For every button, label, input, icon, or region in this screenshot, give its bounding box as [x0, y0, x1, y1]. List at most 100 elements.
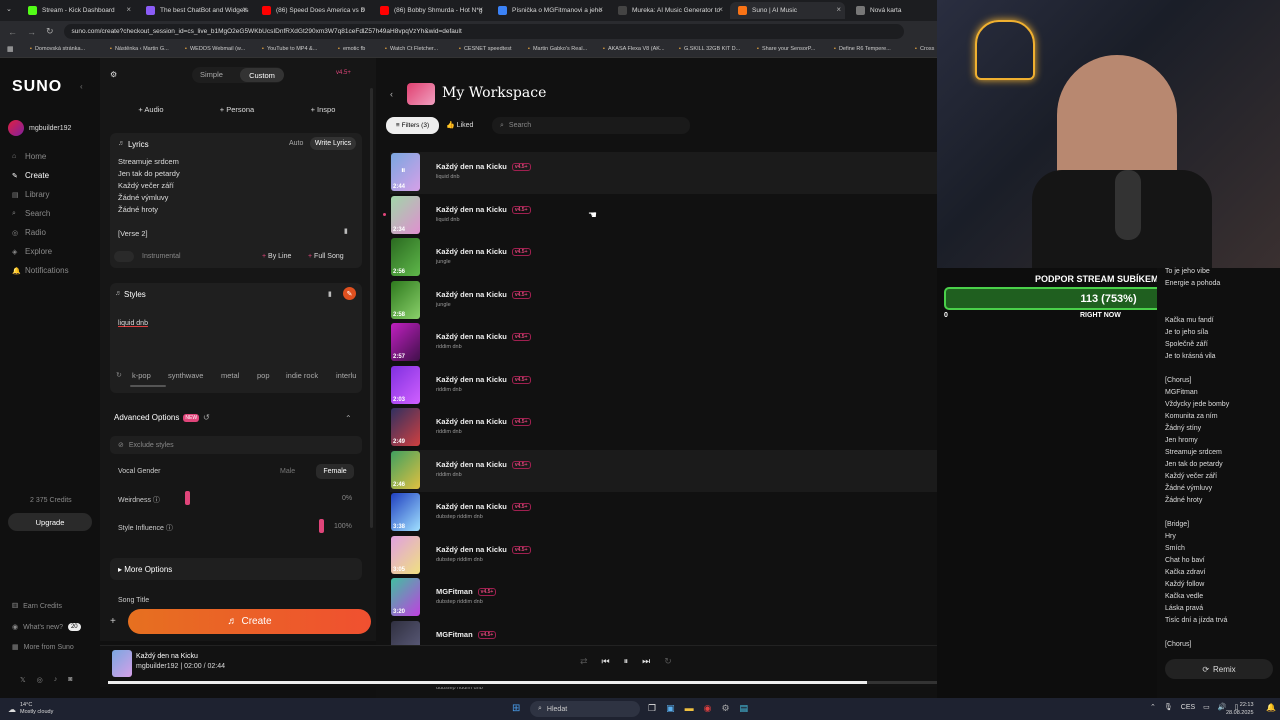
full-song-button[interactable]: + Full Song: [308, 253, 344, 260]
sidebar-item-explore[interactable]: ◈ Explore: [12, 247, 52, 256]
task-view-icon[interactable]: ❐: [648, 703, 656, 714]
song-title[interactable]: Každý den na Kicku v4.5+: [436, 162, 531, 172]
bookmark-item[interactable]: ▪ CESNET speedtest: [459, 46, 512, 52]
weirdness-slider[interactable]: [185, 491, 335, 505]
filters-button[interactable]: ≡ Filters (3): [386, 117, 439, 134]
song-title[interactable]: MGFitman v4.5+: [436, 630, 497, 639]
collapse-sidebar-icon[interactable]: ‹: [80, 82, 83, 91]
bookmark-item[interactable]: ▪ Define R6 Tempere...: [834, 46, 891, 52]
song-title[interactable]: Každý den na Kicku v4.5+: [436, 247, 531, 257]
player-artist-name[interactable]: mgbuilder192: [136, 663, 178, 670]
song-genre[interactable]: dubstep riddim dnb: [436, 514, 483, 520]
sidebar-item-radio[interactable]: ◎ Radio: [12, 228, 46, 237]
microphone-icon[interactable]: 🎙: [1164, 703, 1173, 711]
info-icon[interactable]: ⓘ: [166, 525, 173, 532]
bookmark-item[interactable]: ▪ Share your SensorP...: [757, 46, 815, 52]
clock[interactable]: 22:13 28.08.2025: [1226, 701, 1254, 717]
lyrics-auto-button[interactable]: Auto: [289, 140, 303, 147]
song-cover[interactable]: 3:20: [391, 578, 420, 616]
tab-menu-icon[interactable]: ⌄: [6, 5, 12, 13]
taskbar-search[interactable]: ⌕ Hledat: [530, 701, 640, 717]
female-button[interactable]: Female: [316, 464, 354, 479]
bookmark-item[interactable]: ▪ emotic fb: [338, 46, 365, 52]
sidebar-item-notifications[interactable]: 🔔 Notifications: [12, 266, 69, 275]
mode-custom-button[interactable]: Custom: [240, 68, 284, 82]
song-title[interactable]: Každý den na Kicku v4.5+: [436, 332, 531, 342]
sidebar-item-library[interactable]: ▤ Library: [12, 190, 49, 199]
username[interactable]: mgbuilder192: [29, 125, 71, 132]
bookmark-item[interactable]: ▪ Domovská stránka...: [30, 46, 85, 52]
instrumental-toggle[interactable]: [114, 251, 134, 262]
suno-logo[interactable]: SUNO: [12, 78, 62, 96]
song-genre[interactable]: jungle: [436, 302, 451, 308]
network-icon[interactable]: ▭: [1203, 703, 1210, 711]
song-cover[interactable]: 2:49: [391, 408, 420, 446]
discord-icon[interactable]: ◙: [68, 676, 72, 684]
song-cover[interactable]: 2:03: [391, 365, 420, 404]
info-icon[interactable]: ⓘ: [153, 497, 160, 504]
song-genre[interactable]: riddim dnb: [436, 472, 462, 478]
exclude-styles-input[interactable]: ⊘ Exclude styles: [110, 436, 362, 454]
bookmark-item[interactable]: ▪ Martin Gabko's Real...: [528, 46, 587, 52]
back-arrow-icon[interactable]: ‹: [390, 89, 393, 99]
tab-close-icon[interactable]: ×: [718, 5, 723, 14]
style-tag[interactable]: interlu: [336, 371, 356, 380]
add-persona-button[interactable]: + Persona: [196, 100, 278, 118]
song-cover[interactable]: 2:34: [391, 195, 420, 234]
song-genre[interactable]: riddim dnb: [436, 387, 462, 393]
create-button[interactable]: ♬ Create: [128, 609, 371, 634]
song-genre[interactable]: riddim dnb: [436, 344, 462, 350]
previous-icon[interactable]: ⏮: [602, 656, 610, 667]
song-genre[interactable]: dubstep riddim dnb: [436, 599, 483, 605]
song-cover[interactable]: ⏸ 2:44: [391, 153, 420, 191]
remix-button[interactable]: ⟳ Remix: [1165, 659, 1273, 679]
bookmark-item[interactable]: ▪ Watch Ct Fletcher...: [385, 46, 438, 52]
song-title[interactable]: Každý den na Kicku v4.5+: [436, 545, 531, 554]
song-genre[interactable]: liquid dnb: [436, 174, 460, 180]
instagram-icon[interactable]: ◎: [37, 676, 43, 684]
whats-new-link[interactable]: ◉ What's new? 20: [12, 623, 81, 631]
browser-tab[interactable]: (86) Bobby Shmurda - Hot N*g ×: [372, 2, 487, 19]
url-field[interactable]: suno.com/create?checkout_session_id=cs_l…: [63, 24, 904, 39]
player-title[interactable]: Každý den na Kicku: [136, 653, 198, 660]
song-genre[interactable]: jungle: [436, 259, 451, 265]
style-tag[interactable]: pop: [257, 371, 270, 380]
browser-tab[interactable]: Stream - Kick Dashboard ×: [20, 2, 135, 19]
tab-close-icon[interactable]: ×: [126, 5, 131, 14]
pause-icon[interactable]: ⏸: [624, 656, 629, 667]
x-icon[interactable]: 𝕏: [20, 676, 26, 684]
reset-icon[interactable]: ↺: [203, 413, 210, 422]
tab-close-icon[interactable]: ×: [478, 5, 483, 14]
style-tag[interactable]: synthwave: [168, 371, 203, 380]
song-cover[interactable]: 3:38: [391, 493, 420, 531]
song-title[interactable]: Každý den na Kicku v4.5+: [436, 375, 531, 384]
file-explorer-icon[interactable]: ▬: [685, 703, 694, 714]
style-influence-handle[interactable]: [319, 519, 324, 533]
bookmark-item[interactable]: ▪ WEDOS Webmail (w...: [185, 46, 245, 52]
bookmark-item[interactable]: ▪ AKASA Flexa V8 (AK...: [603, 46, 665, 52]
tab-close-icon[interactable]: ×: [836, 5, 841, 14]
more-from-suno-link[interactable]: ▦ More from Suno: [12, 643, 74, 652]
chevron-up-icon[interactable]: ⌃: [345, 414, 352, 423]
song-cover[interactable]: 2:46: [391, 450, 420, 489]
version-selector[interactable]: v4.5+: [336, 70, 351, 76]
style-tag[interactable]: k-pop: [132, 371, 151, 380]
language-indicator[interactable]: CES: [1181, 704, 1195, 711]
song-title[interactable]: Každý den na Kicku v4.5+: [436, 502, 531, 512]
tags-scrollbar[interactable]: [130, 385, 166, 387]
bookmark-item[interactable]: ▪ Cross: [915, 46, 934, 52]
song-title[interactable]: Každý den na Kicku v4.5+: [436, 460, 531, 469]
forward-icon[interactable]: →: [27, 27, 36, 37]
bookmark-item[interactable]: ▪ G.SKILL 32GB KIT D...: [679, 46, 740, 52]
weirdness-handle[interactable]: [185, 491, 190, 505]
browser-tab[interactable]: The best ChatBot and Widgets ×: [138, 2, 251, 19]
weather-widget[interactable]: 14°C Mostly cloudy: [20, 702, 53, 716]
song-genre[interactable]: dubstep riddim dnb: [436, 557, 483, 563]
song-genre[interactable]: riddim dnb: [436, 429, 462, 435]
search-field[interactable]: ⌕ Search: [492, 117, 690, 134]
add-audio-button[interactable]: + Audio: [110, 100, 192, 118]
bookmark-item[interactable]: ▪ YouTube to MP4 &...: [262, 46, 317, 52]
song-cover[interactable]: 2:58: [391, 280, 420, 319]
bookmark-item[interactable]: ▪ Nástěnka ‹ Martin G...: [110, 46, 169, 52]
style-tag[interactable]: metal: [221, 371, 239, 380]
